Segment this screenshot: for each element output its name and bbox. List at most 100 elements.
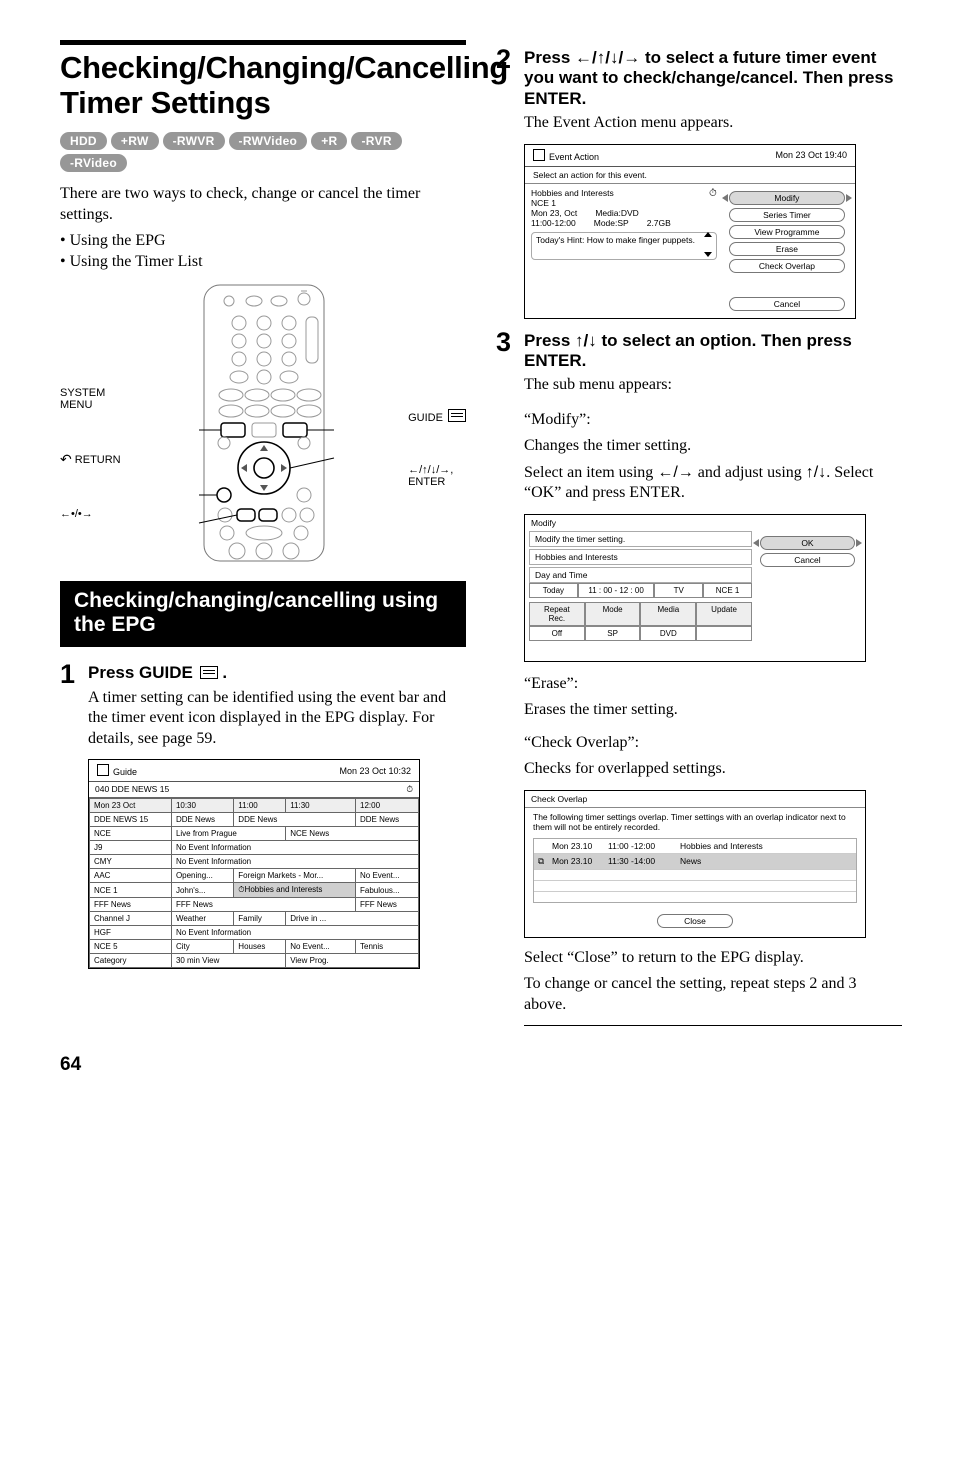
modify-hdr-mode: Mode <box>585 602 641 626</box>
overlap-btn-close[interactable]: Close <box>657 914 733 928</box>
overlap-label: “Check Overlap”: <box>524 733 902 753</box>
ea-btn-overlap[interactable]: Check Overlap <box>729 259 845 273</box>
step-3-text: The sub menu appears: <box>524 375 902 395</box>
ea-size: 2.7GB <box>647 218 671 228</box>
modify-btn-ok[interactable]: OK <box>760 536 855 550</box>
modify-src: TV <box>654 583 703 598</box>
erase-label: “Erase”: <box>524 674 902 694</box>
ea-mode: Mode:SP <box>594 218 629 228</box>
tv-icon <box>97 764 109 776</box>
guide-col-0: Mon 23 Oct <box>90 799 172 813</box>
label-dot-nav: ←•/•→ <box>60 508 121 520</box>
bullet-timer-list: Using the Timer List <box>60 252 466 273</box>
page-title: Checking/Changing/Cancelling Timer Setti… <box>60 51 466 120</box>
modify-sub2: Hobbies and Interests <box>529 549 752 565</box>
modify-hdr-repeat: Repeat Rec. <box>529 602 585 626</box>
overlap-row-1: Mon 23.10 11:00 -12:00 Hobbies and Inter… <box>534 839 856 854</box>
highlighted-event: ⏱Hobbies and Interests <box>234 883 356 898</box>
modify-desc: Changes the timer setting. <box>524 436 902 456</box>
guide-grid: Mon 23 Oct 10:30 11:00 11:30 12:00 DDE N… <box>89 798 419 968</box>
section-rule <box>60 40 466 45</box>
table-row: AACOpening...Foreign Markets - Mor...No … <box>90 869 419 883</box>
section-heading: Checking/changing/cancelling using the E… <box>60 581 466 647</box>
badge-plusr: +R <box>311 132 347 150</box>
guide-ui-channel: 040 DDE NEWS 15 <box>95 784 169 795</box>
step-3-head: Press ↑/↓ to select an option. Then pres… <box>524 331 902 372</box>
guide-footer-row: Category30 min ViewView Prog. <box>90 954 419 968</box>
guide-icon-inline <box>200 666 218 679</box>
event-action-clock: Mon 23 Oct 19:40 <box>775 150 847 160</box>
guide-icon <box>448 409 466 422</box>
step-3-number: 3 <box>496 329 524 356</box>
guide-col-4: 12:00 <box>356 799 419 813</box>
badge-rwvideo: -RWVideo <box>229 132 308 150</box>
modify-time-range: 11 : 00 - 12 : 00 <box>578 583 655 598</box>
table-row: CMYNo Event Information <box>90 855 419 869</box>
badge-plusrw: +RW <box>111 132 159 150</box>
badge-rwvr: -RWVR <box>163 132 225 150</box>
ea-btn-cancel[interactable]: Cancel <box>729 297 845 311</box>
badge-rvideo: -RVideo <box>60 154 127 172</box>
overlap-desc: Checks for overlapped settings. <box>524 759 902 779</box>
ea-time: 11:00-12:00 <box>531 218 576 228</box>
ea-channel: NCE 1 <box>531 198 671 208</box>
guide-col-1: 10:30 <box>171 799 233 813</box>
table-row: J9No Event Information <box>90 841 419 855</box>
event-action-title: Event Action <box>549 152 599 162</box>
modify-label: “Modify”: <box>524 410 902 430</box>
remote-diagram: SYSTEM MENU ↶ RETURN ←•/•→ <box>60 283 466 563</box>
modify-ui-title: Modify <box>525 515 865 531</box>
overlap-ui: Check Overlap The following timer settin… <box>524 790 866 938</box>
ea-btn-modify[interactable]: Modify <box>729 191 845 205</box>
step-2-text: The Event Action menu appears. <box>524 113 902 133</box>
end-rule <box>524 1025 902 1026</box>
intro-bullets: Using the EPG Using the Timer List <box>60 231 466 273</box>
step-2-number: 2 <box>496 46 524 73</box>
modify-repeat-val: Off <box>529 626 585 641</box>
label-return: ↶ RETURN <box>60 451 121 468</box>
table-row: NCE 1John's...⏱Hobbies and InterestsFabu… <box>90 883 419 898</box>
label-guide: GUIDE <box>408 409 466 424</box>
step-2-head: Press ←/↑/↓/→ to select a future timer e… <box>524 48 902 109</box>
modify-day: Today <box>529 583 578 598</box>
modify-btn-cancel[interactable]: Cancel <box>760 553 855 567</box>
modify-ui: Modify Modify the timer setting. Hobbies… <box>524 514 866 662</box>
badge-hdd: HDD <box>60 132 107 150</box>
label-arrows-enter: ←/↑/↓/→,ENTER <box>408 464 466 488</box>
modify-update-val <box>696 626 752 641</box>
ea-btn-view[interactable]: View Programme <box>729 225 845 239</box>
step-2: 2 Press ←/↑/↓/→ to select a future timer… <box>496 46 902 134</box>
ea-date: Mon 23, Oct <box>531 208 577 218</box>
modify-sub1: Modify the timer setting. <box>529 531 752 547</box>
overlap-icon: ⧉ <box>538 856 552 867</box>
guide-ui-title: Guide <box>113 767 137 777</box>
modify-hdr-media: Media <box>640 602 696 626</box>
return-icon: ↶ <box>60 451 72 468</box>
ea-hint: Today's Hint: How to make finger puppets… <box>536 235 695 245</box>
label-system-menu: SYSTEM MENU <box>60 387 121 411</box>
table-row: NCELive from PragueNCE News <box>90 827 419 841</box>
guide-ui: Guide Mon 23 Oct 10:32 040 DDE NEWS 15 ⏱… <box>88 759 420 969</box>
tv-icon <box>533 149 545 161</box>
modify-mode-val: SP <box>585 626 641 641</box>
modify-ch: NCE 1 <box>703 583 752 598</box>
step-1: 1 Press GUIDE . A timer setting can be i… <box>60 661 466 749</box>
ea-btn-erase[interactable]: Erase <box>729 242 845 256</box>
ea-media: Media:DVD <box>595 208 638 218</box>
guide-col-2: 11:00 <box>234 799 286 813</box>
ea-btn-series[interactable]: Series Timer <box>729 208 845 222</box>
overlap-ui-msg: The following timer settings overlap. Ti… <box>525 808 865 836</box>
step-1-head: Press GUIDE . <box>88 663 466 683</box>
clock-icon: ⏱ <box>406 784 413 795</box>
clock-icon: ⏱ <box>709 188 717 228</box>
page-number: 64 <box>60 1054 902 1076</box>
table-row: NCE 5CityHousesNo Event...Tennis <box>90 940 419 954</box>
overlap-after2: To change or cancel the setting, repeat … <box>524 974 902 1015</box>
table-row: FFF NewsFFF NewsFFF News <box>90 898 419 912</box>
overlap-after1: Select “Close” to return to the EPG disp… <box>524 948 902 968</box>
media-badges: HDD +RW -RWVR -RWVideo +R -RVR -RVideo <box>60 132 466 172</box>
table-row: DDE NEWS 15DDE NewsDDE NewsDDE News <box>90 813 419 827</box>
caret-up-icon <box>704 232 712 237</box>
modify-sub3: Day and Time <box>529 567 752 583</box>
event-action-ui: Event Action Mon 23 Oct 19:40 Select an … <box>524 144 856 319</box>
